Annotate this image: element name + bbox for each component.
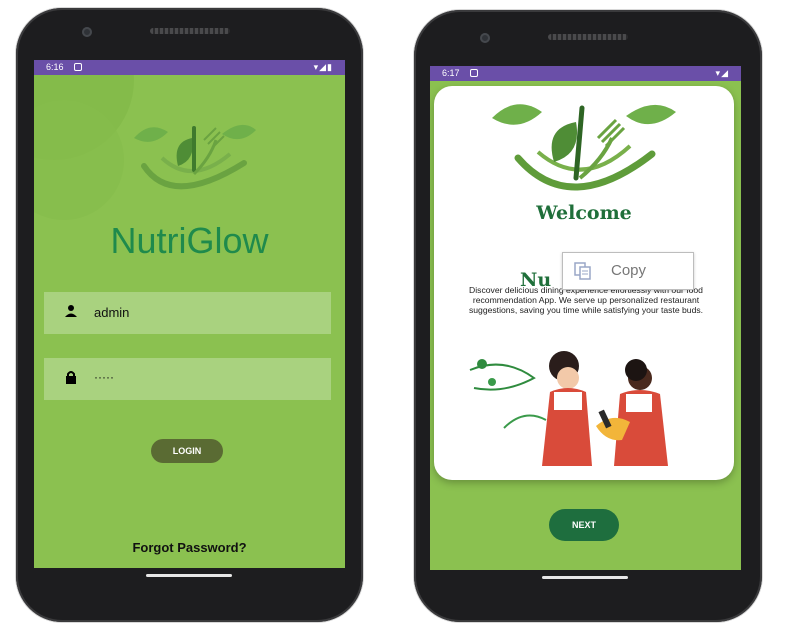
status-time: 6:16 [46,62,64,72]
app-title: NutriGlow [110,220,269,261]
welcome-screen: 6:17 ▾◢ Welcome Nu Discover delicious di… [430,66,741,570]
username-value: admin [94,305,130,320]
lock-icon [62,370,80,388]
front-camera [82,27,92,37]
signal-wifi-icon: ▾◢ [715,68,729,78]
notification-icon [74,63,82,71]
copy-label: Copy [611,262,647,279]
person-icon [62,304,80,322]
phone-frame-login: 6:16 ▾◢▮ NutriGlow admin ····· LOGIN For… [16,8,363,622]
earpiece-speaker [150,28,230,34]
username-field[interactable]: admin [44,292,331,334]
status-time: 6:17 [442,68,460,78]
notification-icon [470,69,478,77]
welcome-title: Welcome [536,202,632,224]
forgot-password-link[interactable]: Forgot Password? [34,540,345,555]
phone-frame-welcome: 6:17 ▾◢ Welcome Nu Discover delicious di… [414,10,762,622]
copy-popup[interactable]: Copy [562,252,694,290]
copy-icon [573,262,593,280]
front-camera [480,33,490,43]
signal-wifi-battery-icon: ▾◢▮ [313,62,333,72]
password-field[interactable]: ····· [44,358,331,400]
home-indicator[interactable] [146,574,232,577]
status-bar: 6:17 ▾◢ [430,66,741,81]
login-screen: 6:16 ▾◢▮ NutriGlow admin ····· LOGIN For… [34,60,345,568]
chefs-illustration [469,351,668,466]
nutriglow-logo [134,124,256,190]
home-indicator[interactable] [542,576,628,579]
status-bar: 6:16 ▾◢▮ [34,60,345,75]
welcome-card: Welcome Nu Discover delicious dining exp… [434,86,734,480]
password-value: ····· [94,370,114,384]
login-button[interactable]: LOGIN [151,439,223,463]
next-button[interactable]: NEXT [549,509,619,541]
nutriglow-logo [492,104,676,191]
earpiece-speaker [548,34,628,40]
